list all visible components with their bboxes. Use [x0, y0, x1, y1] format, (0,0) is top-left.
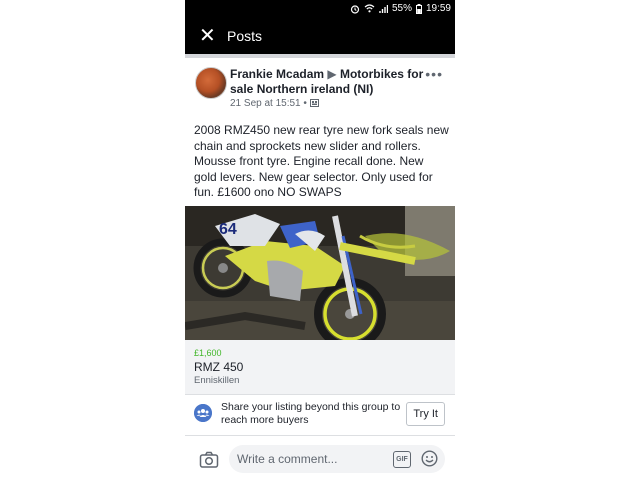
comment-input[interactable]: Write a comment... GIF	[229, 445, 445, 473]
listing-price: £1,600	[194, 348, 222, 358]
group-icon	[194, 404, 212, 422]
post-header: Frankie Mcadam ▶ Motorbikes for sale Nor…	[185, 62, 455, 114]
emoji-icon[interactable]	[421, 450, 438, 467]
phone-screen: 55% 19:59 ✕ Posts Frankie Mcadam ▶ Motor…	[185, 0, 455, 480]
status-bar: 55% 19:59	[185, 0, 455, 18]
comment-placeholder: Write a comment...	[237, 452, 338, 466]
clock: 19:59	[425, 3, 451, 14]
divider	[185, 54, 455, 58]
comment-bar: Write a comment... GIF	[185, 440, 455, 480]
author-name[interactable]: Frankie Mcadam	[230, 67, 324, 81]
camera-icon[interactable]	[199, 450, 219, 470]
post-meta: 21 Sep at 15:51 •	[230, 98, 319, 109]
group-privacy-icon	[309, 99, 319, 107]
app-bar: ✕ Posts	[185, 18, 455, 54]
listing-card[interactable]: £1,600 RMZ 450 Enniskillen	[185, 340, 455, 394]
close-icon[interactable]: ✕	[199, 24, 216, 48]
gif-icon[interactable]: GIF	[393, 451, 411, 468]
battery-icon	[415, 3, 422, 14]
bike-number: 64	[219, 221, 237, 238]
try-it-button[interactable]: Try It	[406, 402, 445, 426]
listing-title: RMZ 450	[194, 360, 244, 374]
post-body: 2008 RMZ450 new rear tyre new fork seals…	[194, 123, 449, 199]
share-text: Share your listing beyond this group to …	[221, 401, 401, 426]
listing-location: Enniskillen	[194, 375, 240, 386]
avatar[interactable]	[195, 67, 227, 99]
alarm-icon	[350, 4, 360, 14]
share-listing-banner: Share your listing beyond this group to …	[185, 394, 455, 436]
battery-percent: 55%	[391, 3, 412, 14]
page-title: Posts	[227, 28, 263, 44]
wifi-icon	[364, 4, 375, 13]
more-options-icon[interactable]: •••	[425, 66, 443, 82]
meta-separator: •	[303, 98, 307, 109]
post-date[interactable]: 21 Sep at 15:51	[230, 98, 301, 109]
listing-photo[interactable]: 64	[185, 206, 455, 340]
signal-icon	[379, 5, 388, 13]
post-author-line: Frankie Mcadam ▶ Motorbikes for sale Nor…	[230, 67, 430, 97]
dirt-bike-photo: 64	[185, 206, 455, 340]
triangle-right-icon: ▶	[327, 67, 337, 81]
